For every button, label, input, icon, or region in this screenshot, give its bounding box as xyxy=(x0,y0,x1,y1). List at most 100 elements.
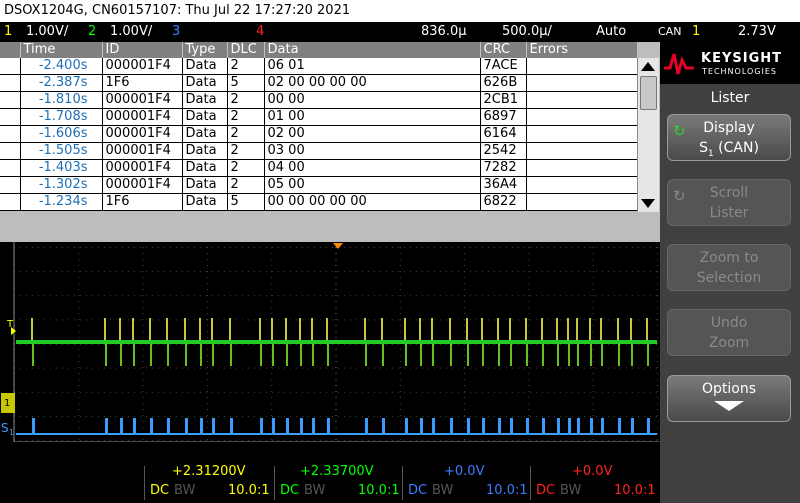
row-selector[interactable] xyxy=(0,193,21,211)
row-selector[interactable] xyxy=(0,176,21,194)
timebase-scale[interactable]: 500.0µ/ xyxy=(502,22,552,42)
zoom-to-selection-softkey[interactable]: Zoom to Selection xyxy=(667,244,791,291)
cell-errors xyxy=(526,142,638,160)
channel-measurement-bar: +2.31200V DC BW 10.0:1 +2.33700V DC BW 10.0:1 +0… xyxy=(0,462,660,503)
cell-id: 1F6 xyxy=(102,74,183,92)
cell-errors xyxy=(526,159,638,177)
col-header-crc: CRC xyxy=(480,42,527,58)
cell-data: 06 01 xyxy=(264,58,481,75)
cell-type: Data xyxy=(182,193,228,211)
display-protocol: (CAN) xyxy=(713,140,759,156)
lister-row[interactable]: -1.302s 000001F4 Data 2 05 00 36A4 xyxy=(0,176,638,194)
lister-row[interactable]: -1.606s 000001F4 Data 2 02 00 6164 xyxy=(0,125,638,143)
undo-softkey-line1: Undo xyxy=(710,315,748,331)
cell-dlc: 2 xyxy=(227,142,265,160)
ch4-probe: 10.0:1 xyxy=(614,483,656,498)
cell-type: Data xyxy=(182,176,228,194)
cell-dlc: 2 xyxy=(227,159,265,177)
cell-dlc: 2 xyxy=(227,176,265,194)
lister-scrollbar[interactable] xyxy=(637,58,659,212)
cell-time: -1.234s xyxy=(20,193,103,211)
ch2-bw: BW xyxy=(304,483,326,498)
cell-crc: 6897 xyxy=(480,108,527,126)
cell-errors xyxy=(526,58,638,75)
row-selector[interactable] xyxy=(0,91,21,109)
cell-dlc: 5 xyxy=(227,74,265,92)
waveform-display[interactable]: T 1 S 1 xyxy=(0,242,660,442)
row-selector[interactable] xyxy=(0,108,21,126)
ch3-bw: BW xyxy=(432,483,454,498)
lister-row[interactable]: -1.810s 000001F4 Data 2 00 00 2CB1 xyxy=(0,91,638,109)
cell-type: Data xyxy=(182,125,228,143)
lister-row[interactable]: -1.505s 000001F4 Data 2 03 00 2542 xyxy=(0,142,638,160)
ch1-number[interactable]: 1 xyxy=(4,22,12,42)
ch1-scale[interactable]: 1.00V/ xyxy=(26,22,68,42)
lister-header-row: Time ID Type DLC Data CRC Errors xyxy=(0,42,638,58)
trigger-level-marker[interactable]: T xyxy=(6,319,14,330)
row-selector[interactable] xyxy=(0,125,21,143)
ch4-number[interactable]: 4 xyxy=(256,22,264,42)
ch2-scale[interactable]: 1.00V/ xyxy=(110,22,152,42)
ch1-coupling: DC xyxy=(150,483,170,498)
lister-row[interactable]: -1.708s 000001F4 Data 2 01 00 6897 xyxy=(0,108,638,126)
scroll-down-arrow-icon[interactable] xyxy=(641,199,655,208)
cell-time: -1.810s xyxy=(20,91,103,109)
cell-errors xyxy=(526,108,638,126)
cell-dlc: 5 xyxy=(227,193,265,211)
ch3-measure-value: +0.0V xyxy=(444,464,485,479)
zoom-softkey-line2: Selection xyxy=(696,270,762,286)
col-header-time: Time xyxy=(20,42,103,58)
cell-errors xyxy=(526,91,638,109)
scroll-lister-softkey[interactable]: ↻ Scroll Lister xyxy=(667,179,791,226)
trigger-type[interactable]: CAN xyxy=(658,22,681,42)
cell-errors xyxy=(526,176,638,194)
lister-row[interactable]: -2.400s 000001F4 Data 2 06 01 7ACE xyxy=(0,58,638,75)
cell-data: 05 00 xyxy=(264,176,481,194)
cell-data: 00 00 00 00 00 xyxy=(264,193,481,211)
ch2-coupling: DC xyxy=(280,483,300,498)
options-softkey[interactable]: Options xyxy=(667,375,791,422)
lister-row[interactable]: -2.387s 1F6 Data 5 02 00 00 00 00 626B xyxy=(0,74,638,92)
row-selector[interactable] xyxy=(0,159,21,177)
undo-zoom-softkey[interactable]: Undo Zoom xyxy=(667,309,791,356)
cell-type: Data xyxy=(182,108,228,126)
cell-time: -1.708s xyxy=(20,108,103,126)
trigger-level[interactable]: 2.73V xyxy=(738,22,776,42)
ch2-probe: 10.0:1 xyxy=(358,483,400,498)
measure-divider xyxy=(530,466,531,500)
lister-row[interactable]: -1.234s 1F6 Data 5 00 00 00 00 00 6822 xyxy=(0,193,638,211)
display-softkey[interactable]: ↻ Display S1 (CAN) xyxy=(667,114,791,161)
refresh-icon: ↻ xyxy=(673,187,686,205)
serial-label-sub: 1 xyxy=(9,428,14,437)
trigger-channel[interactable]: 1 xyxy=(692,22,700,42)
cell-id: 000001F4 xyxy=(102,58,183,75)
timebase-delay[interactable]: 836.0µ xyxy=(421,22,467,42)
cell-data: 02 00 xyxy=(264,125,481,143)
ch3-probe: 10.0:1 xyxy=(486,483,528,498)
scroll-up-arrow-icon[interactable] xyxy=(641,62,655,71)
scrollbar-thumb[interactable] xyxy=(640,76,657,110)
ch1-ground-label: 1 xyxy=(4,398,10,409)
row-selector[interactable] xyxy=(0,58,21,75)
row-selector[interactable] xyxy=(0,74,21,92)
cell-time: -1.606s xyxy=(20,125,103,143)
serial-label: S xyxy=(1,421,9,435)
cell-crc: 7ACE xyxy=(480,58,527,75)
cell-data: 00 00 xyxy=(264,91,481,109)
ch1-probe: 10.0:1 xyxy=(228,483,270,498)
undo-softkey-line2: Zoom xyxy=(708,335,750,351)
zoom-softkey-line1: Zoom to xyxy=(699,250,759,266)
cell-dlc: 2 xyxy=(227,125,265,143)
cell-data: 04 00 xyxy=(264,159,481,177)
trigger-mode[interactable]: Auto xyxy=(596,22,626,42)
channel-status-bar: 1 1.00V/ 2 1.00V/ 3 4 836.0µ 500.0µ/ Aut… xyxy=(0,22,800,42)
cell-dlc: 2 xyxy=(227,108,265,126)
row-selector[interactable] xyxy=(0,142,21,160)
ch3-number[interactable]: 3 xyxy=(172,22,180,42)
ch2-number[interactable]: 2 xyxy=(88,22,96,42)
lister-row[interactable]: -1.403s 000001F4 Data 2 04 00 7282 xyxy=(0,159,638,177)
display-softkey-line1: Display xyxy=(703,120,755,136)
scroll-softkey-line1: Scroll xyxy=(709,185,749,201)
cell-id: 000001F4 xyxy=(102,91,183,109)
cell-id: 000001F4 xyxy=(102,108,183,126)
